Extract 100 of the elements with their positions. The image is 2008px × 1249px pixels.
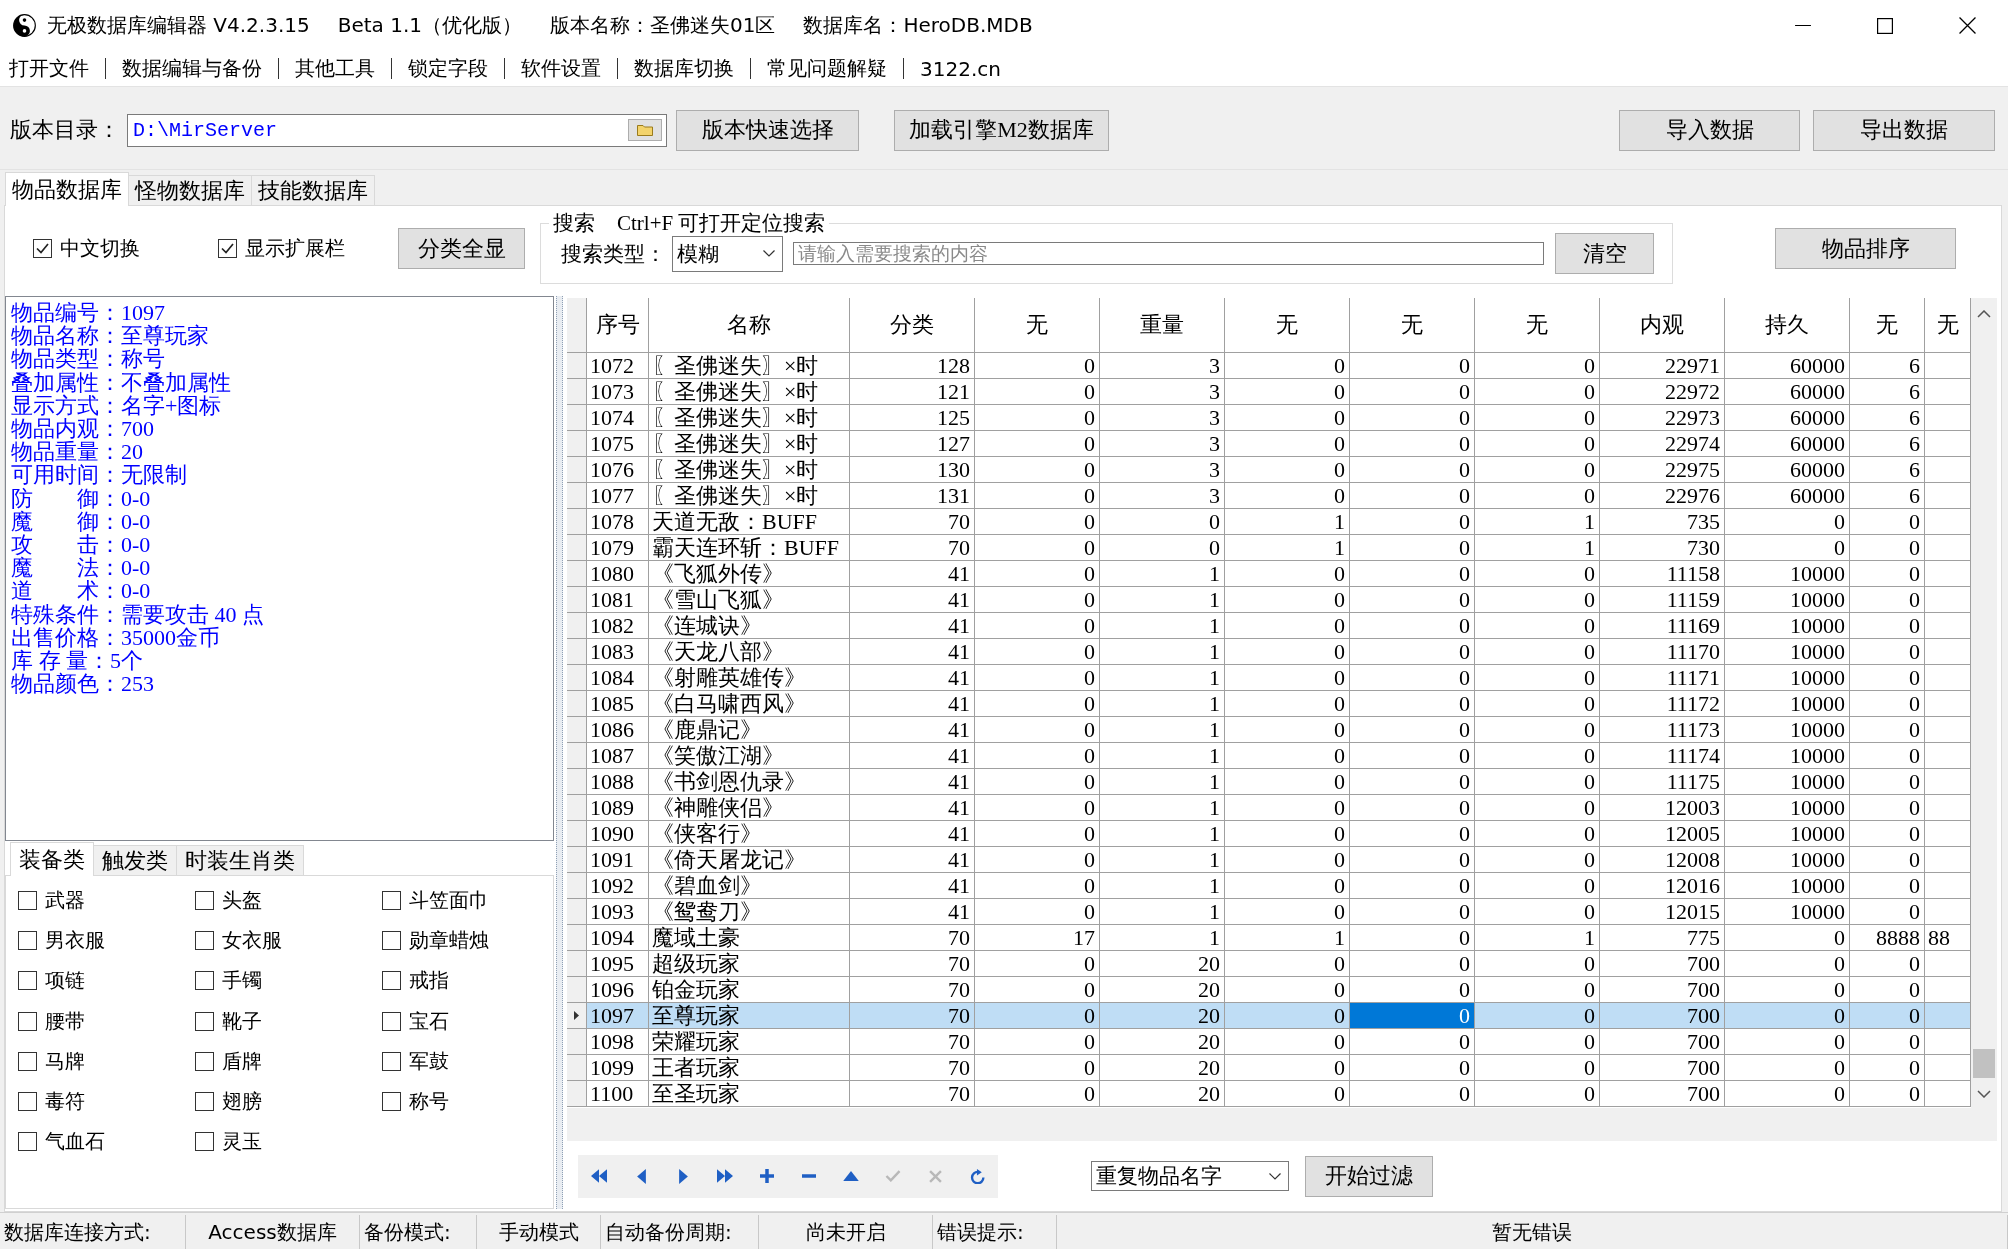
browse-button[interactable] <box>628 119 662 141</box>
close-icon[interactable] <box>1958 17 1976 34</box>
toolbar-button[interactable]: 加载引擎M2数据库 <box>894 109 1109 151</box>
column-header[interactable]: 无 <box>1225 298 1350 353</box>
checkbox[interactable] <box>195 1011 214 1031</box>
column-header[interactable]: 序号 <box>587 298 649 353</box>
table-row[interactable]: 1084 《射雕英雄传》 41 0 1 0 0 0 11171 10000 0 <box>567 665 1971 691</box>
table-row[interactable]: 1077 〖圣佛迷失〗×时 131 0 3 0 0 0 22976 60000 6 <box>567 483 1971 509</box>
left-arrow-icon[interactable] <box>636 1168 646 1184</box>
table-row[interactable]: 1096 铂金玩家 70 0 20 0 0 0 700 0 0 <box>567 977 1971 1003</box>
scroll-down-icon[interactable] <box>1977 1090 1991 1098</box>
column-header[interactable]: 无 <box>1475 298 1600 353</box>
toolbar-button[interactable]: 版本快速选择 <box>676 109 859 151</box>
table-row[interactable]: 1080 《飞狐外传》 41 0 1 0 0 0 11158 10000 0 <box>567 561 1971 587</box>
table-row[interactable]: 1097 至尊玩家 70 0 20 0 0 0 700 0 0 <box>567 1003 1971 1029</box>
menu-item[interactable]: 锁定字段 <box>408 54 488 83</box>
table-row[interactable]: 1079 霸天连环斩：BUFF 70 0 0 1 0 1 730 0 0 <box>567 535 1971 561</box>
table-row[interactable]: 1086 《鹿鼎记》 41 0 1 0 0 0 11173 10000 0 <box>567 717 1971 743</box>
filter-select[interactable]: 重复物品名字 <box>1091 1161 1289 1191</box>
checkbox[interactable] <box>382 1051 401 1071</box>
menu-item[interactable]: 数据库切换 <box>634 54 734 83</box>
toolbar-button[interactable]: 导入数据 <box>1619 109 1800 151</box>
table-row[interactable]: 1100 至圣玩家 70 0 20 0 0 0 700 0 0 <box>567 1081 1971 1107</box>
checkbox[interactable] <box>18 890 37 910</box>
checkbox[interactable] <box>218 239 237 258</box>
column-header[interactable]: 分类 <box>850 298 975 353</box>
right-arrow-icon[interactable] <box>678 1168 688 1184</box>
clear-button[interactable]: 清空 <box>1555 233 1654 274</box>
checkbox[interactable] <box>195 1132 214 1152</box>
table-row[interactable]: 1085 《白马啸西风》 41 0 1 0 0 0 11172 10000 0 <box>567 691 1971 717</box>
toolbar-button[interactable]: 导出数据 <box>1813 109 1995 151</box>
table-row[interactable]: 1098 荣耀玩家 70 0 20 0 0 0 700 0 0 <box>567 1029 1971 1055</box>
table-row[interactable]: 1073 〖圣佛迷失〗×时 121 0 3 0 0 0 22972 60000 6 <box>567 379 1971 405</box>
checkbox[interactable] <box>18 1092 37 1112</box>
table-row[interactable]: 1075 〖圣佛迷失〗×时 127 0 3 0 0 0 22974 60000 6 <box>567 431 1971 457</box>
table-row[interactable]: 1095 超级玩家 70 0 20 0 0 0 700 0 0 <box>567 951 1971 977</box>
table-row[interactable]: 1089 《神雕侠侣》 41 0 1 0 0 0 12003 10000 0 <box>567 795 1971 821</box>
column-header[interactable]: 无 <box>1925 298 1971 353</box>
double-left-arrow-icon[interactable] <box>591 1169 607 1183</box>
tab[interactable]: 物品数据库 <box>5 172 129 206</box>
up-triangle-icon[interactable] <box>843 1171 859 1181</box>
plus-icon[interactable] <box>760 1169 774 1183</box>
checkbox[interactable] <box>33 239 52 258</box>
tab[interactable]: 触发类 <box>93 845 177 875</box>
sort-button[interactable]: 物品排序 <box>1775 228 1956 269</box>
checkbox[interactable] <box>18 1011 37 1031</box>
checkbox[interactable] <box>195 930 214 950</box>
checkbox[interactable] <box>18 971 37 991</box>
column-header[interactable]: 名称 <box>649 298 850 353</box>
filter-button[interactable]: 开始过滤 <box>1305 1155 1433 1197</box>
table-row[interactable]: 1099 王者玩家 70 0 20 0 0 0 700 0 0 <box>567 1055 1971 1081</box>
table-row[interactable]: 1092 《碧血剑》 41 0 1 0 0 0 12016 10000 0 <box>567 873 1971 899</box>
table-row[interactable]: 1083 《天龙八部》 41 0 1 0 0 0 11170 10000 0 <box>567 639 1971 665</box>
tab[interactable]: 装备类 <box>10 842 94 876</box>
checkbox[interactable] <box>382 1092 401 1112</box>
menu-item[interactable]: 软件设置 <box>521 54 601 83</box>
checkbox[interactable] <box>382 971 401 991</box>
menu-item[interactable]: 其他工具 <box>295 54 375 83</box>
menu-item[interactable]: 3122.cn <box>920 55 1001 82</box>
checkbox[interactable] <box>18 930 37 950</box>
minimize-icon[interactable] <box>1795 24 1811 27</box>
table-row[interactable]: 1078 天道无敌：BUFF 70 0 0 1 0 1 735 0 0 <box>567 509 1971 535</box>
column-header[interactable]: 内观 <box>1600 298 1725 353</box>
table-row[interactable]: 1087 《笑傲江湖》 41 0 1 0 0 0 11174 10000 0 <box>567 743 1971 769</box>
double-right-arrow-icon[interactable] <box>717 1169 733 1183</box>
menu-item[interactable]: 数据编辑与备份 <box>122 54 262 83</box>
table-row[interactable]: 1074 〖圣佛迷失〗×时 125 0 3 0 0 0 22973 60000 6 <box>567 405 1971 431</box>
table-row[interactable]: 1090 《侠客行》 41 0 1 0 0 0 12005 10000 0 <box>567 821 1971 847</box>
table-row[interactable]: 1082 《连城诀》 41 0 1 0 0 0 11169 10000 0 <box>567 613 1971 639</box>
refresh-icon[interactable] <box>969 1168 985 1184</box>
table-row[interactable]: 1081 《雪山飞狐》 41 0 1 0 0 0 11159 10000 0 <box>567 587 1971 613</box>
column-header[interactable]: 无 <box>1350 298 1475 353</box>
category-button[interactable]: 分类全显 <box>398 228 525 269</box>
table-row[interactable]: 1093 《鸳鸯刀》 41 0 1 0 0 0 12015 10000 0 <box>567 899 1971 925</box>
checkbox[interactable] <box>195 890 214 910</box>
checkbox[interactable] <box>195 1051 214 1071</box>
menu-item[interactable]: 打开文件 <box>9 54 89 83</box>
directory-field[interactable]: D:\MirServer <box>127 113 667 147</box>
table-row[interactable]: 1076 〖圣佛迷失〗×时 130 0 3 0 0 0 22975 60000 6 <box>567 457 1971 483</box>
scrollbar-thumb[interactable] <box>1973 1049 1995 1078</box>
tab[interactable]: 时装生肖类 <box>176 845 304 875</box>
scroll-up-icon[interactable] <box>1977 310 1991 318</box>
maximize-icon[interactable] <box>1877 17 1893 34</box>
column-header[interactable]: 持久 <box>1725 298 1850 353</box>
checkbox[interactable] <box>18 1051 37 1071</box>
search-type-select[interactable]: 模糊 <box>672 235 783 272</box>
checkbox[interactable] <box>195 1092 214 1112</box>
menu-item[interactable]: 常见问题解疑 <box>767 54 887 83</box>
checkbox[interactable] <box>382 930 401 950</box>
checkbox[interactable] <box>18 1132 37 1152</box>
column-header[interactable]: 无 <box>975 298 1100 353</box>
checkbox[interactable] <box>382 890 401 910</box>
table-row[interactable]: 1072 〖圣佛迷失〗×时 128 0 3 0 0 0 22971 60000 6 <box>567 353 1971 379</box>
column-header[interactable]: 重量 <box>1100 298 1225 353</box>
search-field[interactable]: 请输入需要搜索的内容 <box>793 242 1544 265</box>
checkbox[interactable] <box>195 971 214 991</box>
table-row[interactable]: 1094 魔域土豪 70 17 1 1 0 1 775 0 8888 88 <box>567 925 1971 951</box>
tab[interactable]: 技能数据库 <box>251 175 375 205</box>
table-row[interactable]: 1091 《倚天屠龙记》 41 0 1 0 0 0 12008 10000 0 <box>567 847 1971 873</box>
column-header[interactable]: 无 <box>1850 298 1925 353</box>
